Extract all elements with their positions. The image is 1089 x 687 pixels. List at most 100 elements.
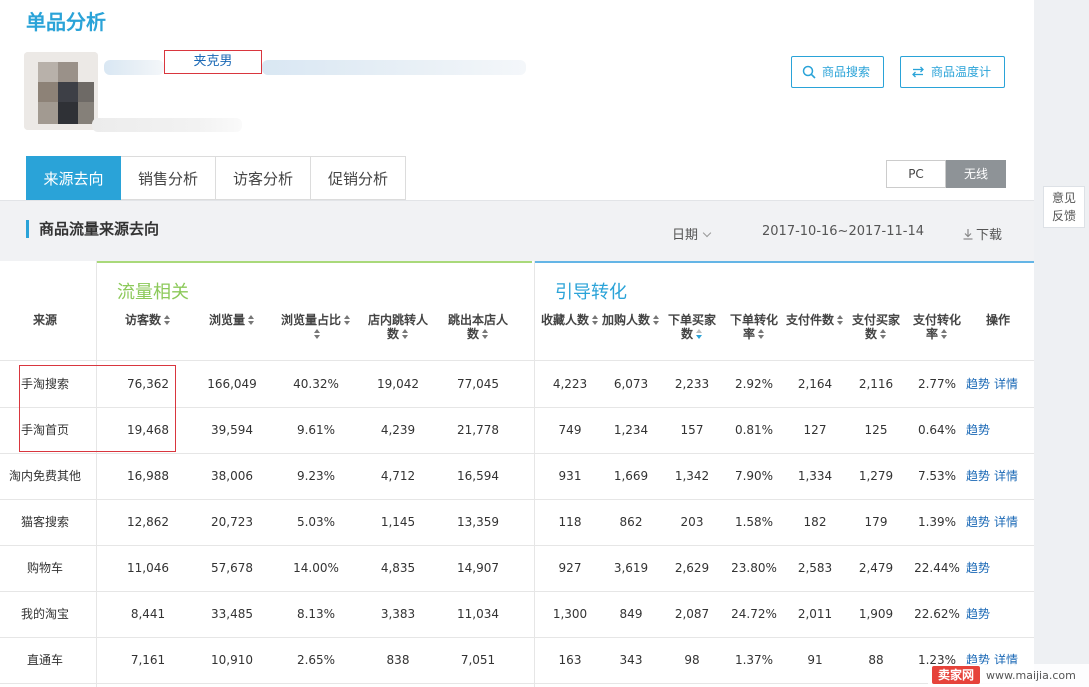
column-header-text: 收藏人数 bbox=[540, 313, 589, 327]
sort-icon[interactable] bbox=[344, 315, 351, 325]
blurred-title-left bbox=[104, 60, 164, 75]
feedback-button[interactable]: 意见 反馈 bbox=[1043, 186, 1085, 228]
blurred-title-right bbox=[262, 60, 526, 75]
sort-icon[interactable] bbox=[402, 329, 409, 339]
column-header-order-buyers[interactable]: 下单买家数 bbox=[657, 313, 727, 341]
detail-link[interactable]: 详情 bbox=[994, 377, 1018, 391]
cell-pageviews: 38,006 bbox=[211, 469, 253, 483]
cell-pay-items: 2,583 bbox=[797, 561, 833, 575]
column-header-line: 浏览量占比 bbox=[281, 313, 351, 327]
column-header-line: 数 bbox=[443, 327, 513, 341]
column-header-out-store[interactable]: 跳出本店人数 bbox=[443, 313, 513, 341]
section-title: 商品流量来源去向 bbox=[26, 220, 159, 238]
cell-pay-items: 2,011 bbox=[797, 607, 833, 621]
cell-source: 我的淘宝 bbox=[20, 607, 69, 621]
column-header-add-cart[interactable]: 加购人数 bbox=[596, 313, 666, 327]
cell-pay-rate: 22.44% bbox=[914, 561, 960, 575]
cell-out-store: 11,034 bbox=[457, 607, 499, 621]
cell-order-buyers: 157 bbox=[680, 423, 704, 437]
detail-link[interactable]: 详情 bbox=[994, 469, 1018, 483]
cell-order-buyers: 1,342 bbox=[674, 469, 710, 483]
cell-pay-rate: 2.77% bbox=[917, 377, 957, 391]
cell-favorites: 4,223 bbox=[552, 377, 588, 391]
cell-order-buyers: 2,629 bbox=[674, 561, 710, 575]
sort-icon[interactable] bbox=[482, 329, 489, 339]
column-header-line: 率 bbox=[719, 327, 789, 341]
sort-icon[interactable] bbox=[758, 329, 765, 339]
column-header-pay-items[interactable]: 支付件数 bbox=[780, 313, 850, 327]
product-search-button[interactable]: 商品搜索 bbox=[791, 56, 884, 88]
column-header-pay-rate[interactable]: 支付转化率 bbox=[902, 313, 972, 341]
trend-link[interactable]: 趋势 bbox=[966, 469, 990, 483]
column-header-text: 跳出本店人 bbox=[447, 313, 508, 327]
column-header-favorites[interactable]: 收藏人数 bbox=[535, 313, 605, 327]
cell-source: 猫客搜索 bbox=[20, 515, 69, 529]
sort-icon[interactable] bbox=[314, 329, 321, 339]
cell-pay-buyers: 125 bbox=[864, 423, 888, 437]
detail-link[interactable]: 详情 bbox=[994, 515, 1018, 529]
column-header-pageviews[interactable]: 浏览量 bbox=[197, 313, 267, 327]
trend-link[interactable]: 趋势 bbox=[966, 561, 990, 575]
cell-pay-rate: 22.62% bbox=[914, 607, 960, 621]
cell-pageviews: 166,049 bbox=[207, 377, 257, 391]
row-actions: 趋势 bbox=[966, 561, 1030, 575]
sort-icon[interactable] bbox=[880, 329, 887, 339]
column-header-line: 率 bbox=[902, 327, 972, 341]
download-button[interactable]: 下载 bbox=[962, 224, 1002, 243]
tab-promotion-analysis[interactable]: 促销分析 bbox=[311, 156, 406, 200]
swap-arrows-icon bbox=[912, 66, 924, 78]
row-divider bbox=[0, 545, 1034, 546]
product-thermometer-label: 商品温度计 bbox=[931, 65, 992, 79]
cell-visitors: 7,161 bbox=[130, 653, 166, 667]
section-header: 商品流量来源去向 日期 2017-10-16~2017-11-14 下载 bbox=[0, 200, 1034, 261]
cell-favorites: 1,300 bbox=[552, 607, 588, 621]
tab-visitor-analysis[interactable]: 访客分析 bbox=[216, 156, 311, 200]
trend-link[interactable]: 趋势 bbox=[966, 607, 990, 621]
cell-in-store: 4,712 bbox=[380, 469, 416, 483]
cell-add-cart: 849 bbox=[619, 607, 643, 621]
row-divider bbox=[0, 683, 1034, 684]
column-header-order-rate[interactable]: 下单转化率 bbox=[719, 313, 789, 341]
product-image[interactable] bbox=[24, 52, 98, 130]
cell-out-store: 16,594 bbox=[457, 469, 499, 483]
column-header-line: 数 bbox=[363, 327, 433, 341]
cell-pay-rate: 7.53% bbox=[917, 469, 957, 483]
traffic-group-line bbox=[97, 261, 532, 263]
trend-link[interactable]: 趋势 bbox=[966, 515, 990, 529]
cell-add-cart: 3,619 bbox=[613, 561, 649, 575]
column-header-text: 操作 bbox=[985, 313, 1010, 327]
sort-icon[interactable] bbox=[696, 329, 703, 339]
cell-pageviews: 10,910 bbox=[211, 653, 253, 667]
trend-link[interactable]: 趋势 bbox=[966, 377, 990, 391]
cell-source: 直通车 bbox=[26, 653, 63, 667]
column-header-pv-share[interactable]: 浏览量占比 bbox=[281, 313, 351, 341]
row-actions: 趋势 详情 bbox=[966, 377, 1030, 391]
site-watermark: 卖家网 www.maijia.com bbox=[928, 664, 1089, 687]
device-wireless-button[interactable]: 无线 bbox=[946, 160, 1006, 188]
cell-add-cart: 343 bbox=[619, 653, 643, 667]
column-header-visitors[interactable]: 访客数 bbox=[113, 313, 183, 327]
highlight-box bbox=[19, 365, 176, 452]
tab-source-destination[interactable]: 来源去向 bbox=[26, 156, 121, 200]
analysis-tabs: 来源去向 销售分析 访客分析 促销分析 bbox=[26, 156, 406, 200]
device-pc-button[interactable]: PC bbox=[886, 160, 946, 188]
column-header-line: 数 bbox=[657, 327, 727, 341]
column-header-text: 数 bbox=[680, 327, 693, 341]
column-header-in-store[interactable]: 店内跳转人数 bbox=[363, 313, 433, 341]
column-header-pay-buyers[interactable]: 支付买家数 bbox=[841, 313, 911, 341]
product-name[interactable]: 夹克男 bbox=[164, 50, 262, 74]
row-divider bbox=[0, 453, 1034, 454]
cell-out-store: 13,359 bbox=[457, 515, 499, 529]
trend-link[interactable]: 趋势 bbox=[966, 423, 990, 437]
cell-visitors: 12,862 bbox=[127, 515, 169, 529]
blurred-subtitle bbox=[92, 118, 242, 132]
sort-icon[interactable] bbox=[164, 315, 171, 325]
product-thermometer-button[interactable]: 商品温度计 bbox=[900, 56, 1005, 88]
row-actions: 趋势 详情 bbox=[966, 469, 1030, 483]
date-dropdown[interactable]: 日期 bbox=[672, 224, 712, 243]
cell-visitors: 8,441 bbox=[130, 607, 166, 621]
cell-in-store: 3,383 bbox=[380, 607, 416, 621]
sort-icon[interactable] bbox=[941, 329, 948, 339]
sort-icon[interactable] bbox=[248, 315, 255, 325]
tab-sales-analysis[interactable]: 销售分析 bbox=[121, 156, 216, 200]
